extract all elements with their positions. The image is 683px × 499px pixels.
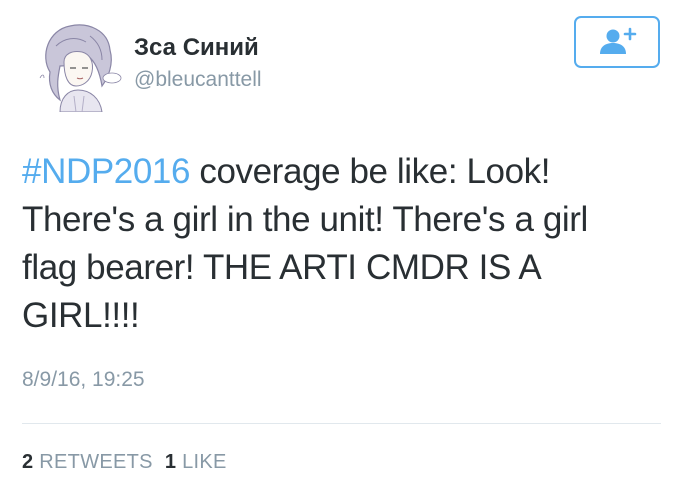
retweets-stat[interactable]: 2 RETWEETS — [22, 451, 153, 473]
follow-button[interactable] — [574, 16, 660, 68]
user-handle[interactable]: @bleucanttell — [134, 68, 262, 92]
divider — [22, 423, 661, 424]
avatar-illustration — [30, 16, 126, 112]
tweet-line-1-text: coverage be like: Look! — [190, 152, 551, 191]
hashtag-link[interactable]: #NDP2016 — [22, 152, 190, 191]
display-name[interactable]: Зса Синий — [134, 34, 259, 62]
likes-count: 1 — [164, 451, 177, 473]
retweets-count: 2 — [22, 451, 34, 473]
tweet-timestamp[interactable]: 8/9/16, 19:25 — [22, 368, 145, 392]
tweet-line-1: #NDP2016 coverage be like: Look! — [22, 148, 662, 196]
tweet-line-3: flag bearer! THE ARTI CMDR IS A — [22, 248, 542, 287]
avatar[interactable] — [30, 16, 126, 112]
tweet-stats: 2 RETWEETS 1 LIKE — [22, 451, 227, 474]
tweet-text: #NDP2016 coverage be like: Look! There's… — [22, 148, 662, 340]
tweet-line-4: GIRL!!!! — [22, 296, 140, 335]
add-user-icon — [600, 27, 637, 54]
retweets-label: RETWEETS — [39, 451, 153, 473]
tweet-header: Зса Синий @bleucanttell — [0, 0, 683, 130]
likes-stat[interactable]: 1 LIKE — [165, 451, 227, 473]
tweet-line-2: There's a girl in the unit! There's a gi… — [22, 200, 588, 239]
likes-label: LIKE — [182, 451, 227, 473]
